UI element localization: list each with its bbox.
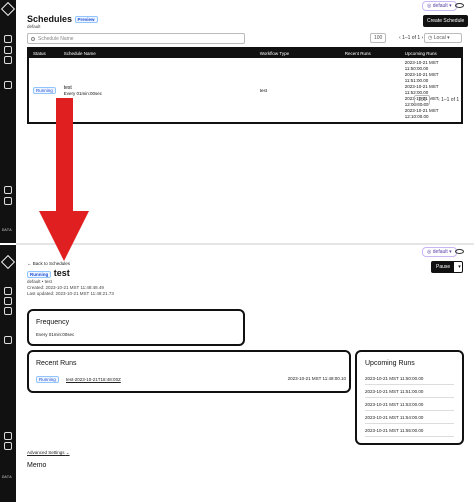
col-status: Status: [28, 48, 60, 58]
chevron-down-icon: ⌄: [65, 450, 70, 455]
logo-icon[interactable]: [0, 254, 16, 270]
created-at: Created: 2023-10-21 MST 11:48:48.49: [27, 285, 104, 290]
namespace-select[interactable]: ◎ default ▾: [422, 247, 457, 257]
recent-run-row[interactable]: Running test-2023-10-21T18:48:00Z 2023-1…: [36, 376, 346, 383]
row-name[interactable]: test Every 01min:00sec: [60, 58, 256, 123]
page-info: 1–1 of 1: [441, 97, 460, 103]
namespaces-icon[interactable]: [4, 336, 12, 344]
next-page-icon[interactable]: ›: [461, 97, 463, 103]
col-recent-runs: Recent Runs: [340, 48, 401, 58]
advanced-settings-label: Advanced Settings: [27, 450, 65, 455]
create-schedule-button[interactable]: Create Schedule: [423, 15, 469, 27]
upcoming-run: 2023-10-21 MST 11:50:00.00: [404, 60, 439, 71]
workflows-icon[interactable]: [4, 287, 12, 295]
col-schedule-name: Schedule Name: [59, 48, 256, 58]
row-upcoming-runs: 2023-10-21 MST 11:50:00.00 2023-10-21 MS…: [401, 58, 462, 123]
list-item: 2023-10-21 MST 11:50:00.00: [365, 376, 454, 385]
schedules-table: Status Schedule Name Workflow Type Recen…: [27, 47, 463, 124]
memo-heading: Memo: [27, 462, 47, 469]
bottom-pagination: ‹ 1–1 of 1 ›: [438, 97, 462, 103]
sidebar-top: DATA: [0, 0, 16, 243]
frequency-card: Frequency Every 01min:00sec: [27, 309, 245, 346]
list-item: 2023-10-21 MST 11:54:00.00: [365, 415, 454, 424]
run-time: 2023-10-21 MST 11:48:00.10: [287, 376, 346, 381]
page-size-select[interactable]: 100: [370, 33, 387, 43]
run-id-link[interactable]: test-2023-10-21T18:48:00Z: [66, 377, 121, 382]
feedback-icon[interactable]: [4, 197, 12, 205]
detail-title: test: [53, 268, 70, 278]
status-badge: Running: [36, 376, 59, 383]
upcoming-run: 2023-10-21 MST 12:10:00.00: [404, 108, 439, 119]
status-badge: Running: [27, 271, 52, 278]
import-icon[interactable]: [4, 186, 12, 194]
timezone-select[interactable]: ◷ Local ▾: [424, 33, 462, 43]
workflows-icon[interactable]: [4, 35, 12, 43]
upcoming-run: 2023-10-21 MST 11:52:00.00: [404, 84, 439, 95]
chevron-down-icon[interactable]: ▾: [454, 262, 465, 272]
namespace-label: default: [432, 3, 448, 9]
sidebar-data-label: DATA: [2, 229, 12, 233]
annotation-arrow-head: [39, 211, 89, 261]
back-to-schedules-link[interactable]: ← Back to Schedules: [27, 261, 70, 266]
eye-icon[interactable]: [455, 3, 464, 8]
recent-runs-title: Recent Runs: [36, 360, 77, 367]
archive-icon[interactable]: [4, 307, 12, 315]
import-icon[interactable]: [4, 432, 12, 440]
sidebar-bottom: DATA: [0, 245, 16, 502]
archive-icon[interactable]: [4, 56, 12, 64]
namespace-subtitle: default: [27, 24, 41, 29]
recent-runs-card: Recent Runs Running test-2023-10-21T18:4…: [27, 350, 351, 393]
table-row[interactable]: Running test Every 01min:00sec test 2023…: [28, 58, 462, 123]
page-title: Schedules Preview: [27, 14, 98, 24]
frequency-text: Every 01min:00sec: [36, 332, 75, 337]
pagination: ‹ 1–1 of 1 ›: [399, 35, 423, 41]
preview-badge: Preview: [74, 16, 98, 24]
upcoming-run: 2023-10-21 MST 11:51:00.00: [404, 72, 439, 83]
namespaces-icon[interactable]: [4, 81, 12, 89]
row-recent-runs: [341, 58, 401, 123]
frequency-title: Frequency: [36, 319, 70, 326]
annotation-arrow-shaft: [56, 98, 73, 228]
table-header: Status Schedule Name Workflow Type Recen…: [28, 48, 462, 58]
schedules-icon[interactable]: [4, 46, 12, 54]
search-icon: [31, 37, 35, 41]
sidebar-data-label: DATA: [2, 476, 12, 480]
page-info: 1–1 of 1: [402, 35, 421, 41]
upcoming-runs-title: Upcoming Runs: [365, 360, 415, 367]
detail-header: Running test: [27, 268, 70, 278]
last-updated: Last updated: 2023-10-21 MST 11:48:21.73: [27, 291, 114, 296]
page-title-text: Schedules: [27, 14, 73, 24]
namespace-select[interactable]: ◎ default ▾: [422, 1, 457, 11]
list-item: 2023-10-21 MST 11:51:00.00: [365, 389, 454, 398]
next-page-icon[interactable]: ›: [422, 35, 424, 41]
col-upcoming-runs: Upcoming Runs: [400, 48, 462, 58]
logo-icon[interactable]: [0, 1, 16, 17]
timezone-label: Local: [433, 35, 446, 41]
status-badge: Running: [33, 86, 56, 94]
schedule-spec: Every 01min:00sec: [63, 90, 103, 96]
search-placeholder: Schedule Name: [38, 36, 74, 42]
advanced-settings-toggle[interactable]: Advanced Settings ⌄: [27, 450, 70, 456]
bottom-page-size-select[interactable]: 100: [414, 95, 431, 105]
namespace-label: default: [432, 249, 448, 255]
upcoming-runs-card: Upcoming Runs 2023-10-21 MST 11:50:00.00…: [355, 350, 464, 445]
list-item: 2023-10-21 MST 11:53:00.00: [365, 402, 454, 411]
col-workflow-type: Workflow Type: [255, 48, 341, 58]
pause-split-button: Pause ▾: [431, 261, 463, 273]
list-item: 2023-10-21 MST 11:55:00.00: [365, 428, 454, 437]
feedback-icon[interactable]: [4, 442, 12, 450]
row-status: Running: [28, 58, 60, 123]
pause-button[interactable]: Pause: [432, 262, 455, 272]
row-workflow-type: test: [259, 87, 268, 93]
schedules-icon[interactable]: [4, 297, 12, 305]
detail-meta: default • test: [27, 279, 52, 284]
search-input[interactable]: Schedule Name: [27, 33, 245, 44]
eye-icon[interactable]: [455, 249, 464, 254]
